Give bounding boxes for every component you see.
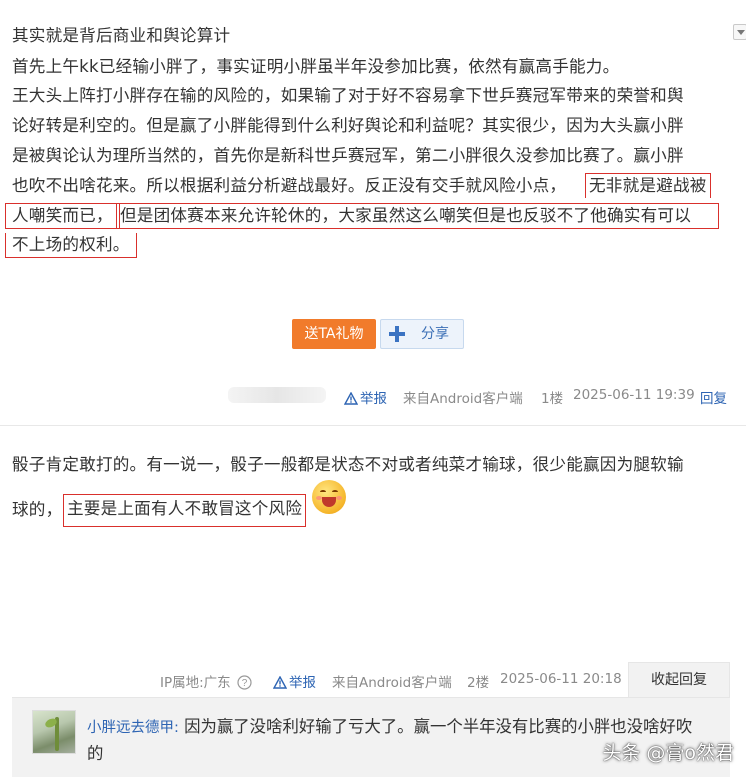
- post-text-line: 是被舆论认为理所当然的，首先你是新科世乒赛冠军，第二小胖很久没参加比赛了。赢小胖: [12, 146, 684, 165]
- send-gift-button[interactable]: 送TA礼物: [292, 319, 376, 349]
- reply-link[interactable]: 回复: [700, 387, 727, 407]
- floor-number: 1楼: [541, 391, 564, 407]
- reply-username[interactable]: 小胖远去德甲:: [87, 720, 179, 736]
- highlighted-text: 主要是上面有人不敢冒这个风险: [63, 494, 307, 527]
- client-source: 来自Android客户端: [332, 675, 452, 691]
- ip-location: IP属地:广东 ?: [160, 671, 252, 691]
- post-datetime: 2025-06-11 19:39: [573, 387, 695, 403]
- warning-icon: [273, 676, 287, 689]
- blurred-username: [228, 387, 326, 403]
- post-datetime: 2025-06-11 20:18: [500, 671, 622, 687]
- post-text-line: 其实就是背后商业和舆论算计: [12, 26, 231, 45]
- floor-divider: [0, 425, 746, 426]
- watermark: 头条 @膏o然君: [602, 742, 734, 764]
- post-text-line: 王大头上阵打小胖存在输的风险的，如果输了对于好不容易拿下世乒赛冠军带来的荣誉和舆: [12, 86, 684, 105]
- report-link[interactable]: 举报: [273, 671, 316, 691]
- post-menu-dropdown-icon[interactable]: [733, 24, 746, 40]
- post-text-line: 也吹不出啥花来。所以根据利益分析避战最好。反正没有交手就风险小点，: [12, 176, 567, 195]
- highlighted-text: 无非就是避战被: [585, 173, 711, 198]
- share-label: 分享: [421, 326, 449, 342]
- client-source: 来自Android客户端: [403, 391, 523, 407]
- highlighted-text: 不上场的权利。: [5, 233, 137, 258]
- post-text-line: 首先上午kk已经输小胖了，事实证明小胖虽半年没参加比赛，依然有赢高手能力。: [12, 57, 620, 76]
- report-label: 举报: [360, 391, 387, 407]
- plus-icon: [389, 326, 405, 342]
- post-text-line: 球的，: [12, 500, 63, 519]
- post-text-line: 论好转是利空的。但是赢了小胖能得到什么利好舆论和利益呢？其实很少，因为大头赢小胖: [12, 116, 684, 135]
- highlighted-text: 但是团体赛本来允许轮休的，大家虽然这么嘲笑但是也反驳不了他确实有可以: [116, 203, 719, 229]
- report-label: 举报: [289, 675, 316, 691]
- ip-location-label: IP属地:广东: [160, 675, 231, 691]
- share-button[interactable]: 分享: [380, 319, 464, 349]
- post-text-line: 骰子肯定敢打的。有一说一，骰子一般都是状态不对或者纯菜才输球，很少能赢因为腿软输: [12, 455, 684, 474]
- collapse-replies-button[interactable]: 收起回复: [628, 662, 730, 698]
- report-link[interactable]: 举报: [344, 387, 387, 407]
- reply-list: 小胖远去德甲: 因为赢了没啥利好输了亏大了。赢一个半年没有比赛的小胖也没啥好吹的: [12, 697, 730, 777]
- post-floor-1: 其实就是背后商业和舆论算计 首先上午kk已经输小胖了，事实证明小胖虽半年没参加比…: [0, 0, 746, 425]
- highlighted-text: 人嘲笑而已，: [5, 203, 120, 229]
- grinning-emoji-icon: [312, 480, 346, 514]
- warning-icon: [344, 392, 358, 405]
- help-icon[interactable]: ?: [237, 675, 252, 690]
- svg-text:?: ?: [242, 678, 248, 689]
- floor-number: 2楼: [467, 675, 490, 691]
- avatar[interactable]: [32, 710, 76, 754]
